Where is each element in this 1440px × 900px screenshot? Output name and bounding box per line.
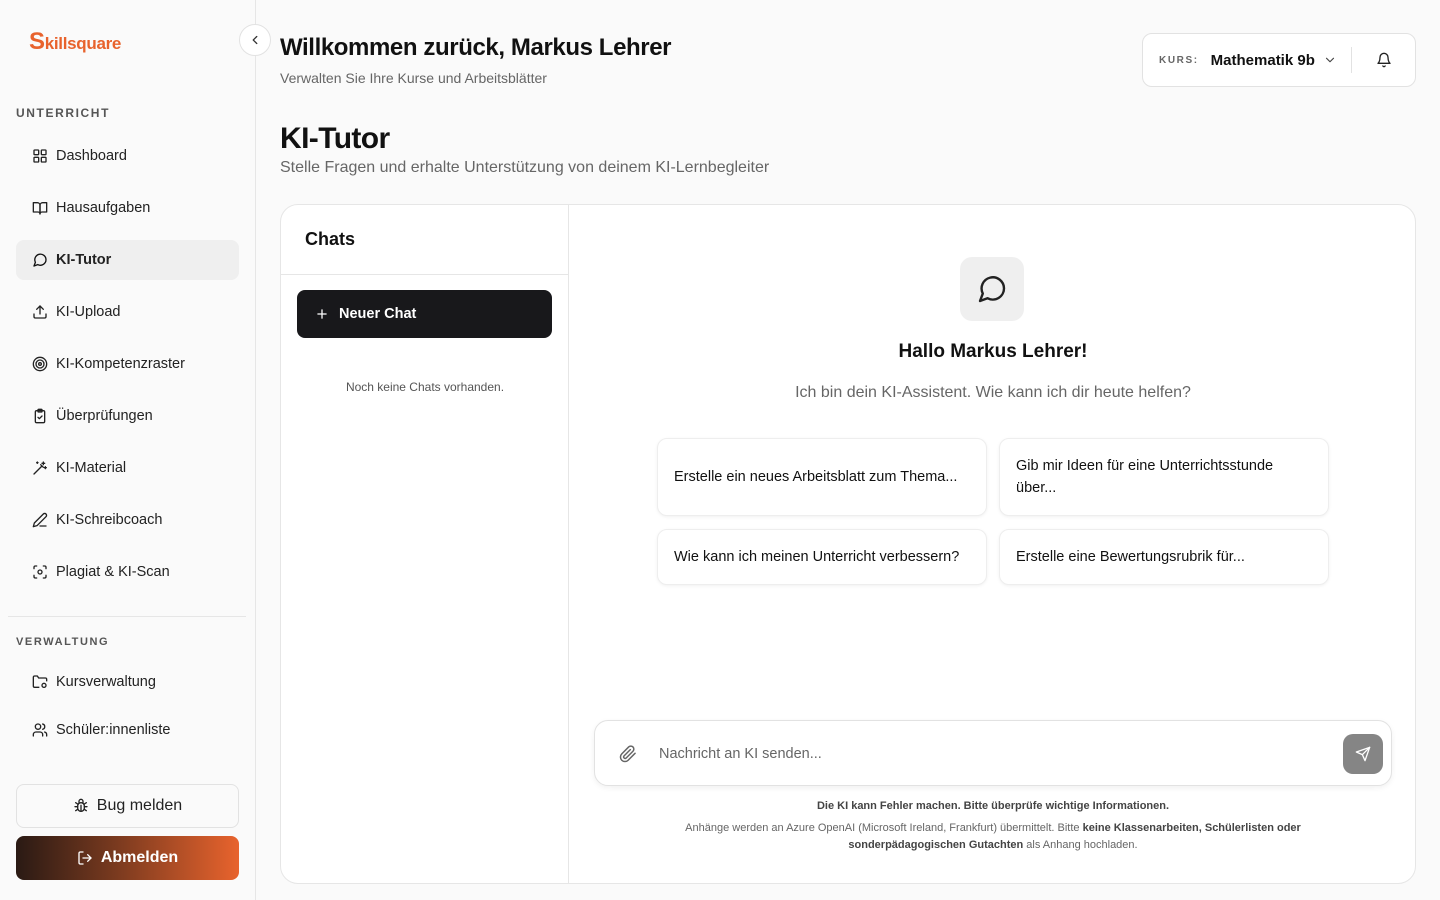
chats-panel: Chats Neuer Chat Noch keine Chats vorhan… (281, 205, 569, 883)
book-icon (32, 202, 48, 215)
send-icon (1355, 746, 1371, 762)
magic-wand-icon (33, 461, 47, 475)
chevron-left-icon (252, 35, 258, 45)
message-circle-icon (33, 253, 47, 267)
greeting: Hallo Markus Lehrer! (898, 341, 1088, 362)
scan-face-icon (33, 565, 47, 579)
sidebar-item-ki-tutor[interactable]: KI-Tutor (16, 240, 239, 280)
collapse-sidebar-button[interactable] (239, 24, 271, 56)
bell-icon[interactable] (1376, 52, 1392, 68)
sidebar: Skillsquare UNTERRICHT Dashboard Hausauf… (0, 0, 256, 900)
sidebar-item-label: KI-Kompetenzraster (56, 356, 185, 372)
grid-icon (33, 149, 47, 163)
report-bug-label: Bug melden (96, 797, 183, 814)
page-subtitle: Stelle Fragen und erhalte Unterstützung … (280, 159, 770, 176)
sidebar-item-label: Dashboard (56, 148, 127, 164)
suggestion-card[interactable]: Erstelle eine Bewertungsrubrik für... (999, 529, 1329, 585)
sidebar-item-label: KI-Schreibcoach (56, 512, 163, 528)
sidebar-item-ki-material[interactable]: KI-Material (16, 448, 239, 488)
course-label: KURS: (1159, 54, 1199, 66)
sidebar-item-kursverwaltung[interactable]: Kursverwaltung (16, 662, 239, 702)
section-label-admin: VERWALTUNG (16, 636, 110, 648)
welcome-title: Willkommen zurück, Markus Lehrer (280, 34, 672, 61)
new-chat-label: Neuer Chat (339, 306, 417, 322)
logout-label: Abmelden (100, 849, 179, 866)
new-chat-button[interactable]: Neuer Chat (297, 290, 552, 338)
users-icon (32, 723, 48, 737)
chats-heading: Chats (281, 205, 569, 275)
target-icon (32, 356, 48, 372)
sidebar-divider (8, 616, 246, 617)
suggestion-card[interactable]: Erstelle ein neues Arbeitsblatt zum Them… (657, 438, 987, 516)
logout-icon (78, 851, 92, 865)
clipboard-check-icon (34, 408, 46, 424)
sidebar-item-label: KI-Tutor (56, 252, 112, 268)
upload-icon (33, 305, 47, 319)
sidebar-item-homework[interactable]: Hausaufgaben (16, 188, 239, 228)
sidebar-item-label: Überprüfungen (56, 408, 153, 424)
section-label-teaching: UNTERRICHT (16, 106, 110, 120)
brand-logo[interactable]: Skillsquare (29, 28, 121, 56)
sidebar-item-ki-kompetenzraster[interactable]: KI-Kompetenzraster (16, 344, 239, 384)
sidebar-item-label: KI-Upload (56, 304, 121, 320)
empty-chats-text: Noch keine Chats vorhanden. (345, 380, 505, 394)
report-bug-button[interactable]: Bug melden (16, 784, 239, 828)
sidebar-item-label: Schüler:innenliste (56, 722, 171, 738)
greeting-subtitle: Ich bin dein KI-Assistent. Wie kann ich … (795, 384, 1191, 401)
sidebar-item-label: Hausaufgaben (56, 200, 151, 216)
folder-cog-icon (32, 675, 48, 688)
sidebar-item-plagiat-scan[interactable]: Plagiat & KI-Scan (16, 552, 239, 592)
sidebar-item-label: Plagiat & KI-Scan (56, 564, 170, 580)
bug-icon (74, 798, 88, 812)
upload-notice: Anhänge werden an Azure OpenAI (Microsof… (685, 822, 1301, 852)
course-select[interactable]: Mathematik 9b (1211, 52, 1315, 69)
logout-button[interactable]: Abmelden (16, 836, 239, 880)
chat-bubble-icon (960, 257, 1024, 321)
ai-disclaimer: Die KI kann Fehler machen. Bitte überprü… (816, 800, 1170, 812)
suggestion-card[interactable]: Gib mir Ideen für eine Unterrichtsstunde… (999, 438, 1329, 516)
message-input[interactable] (659, 735, 1319, 773)
sidebar-item-ueberpruefungen[interactable]: Überprüfungen (16, 396, 239, 436)
send-button[interactable] (1343, 734, 1383, 774)
chat-area: Hallo Markus Lehrer! Ich bin dein KI-Ass… (570, 205, 1415, 883)
welcome-subtitle: Verwalten Sie Ihre Kurse und Arbeitsblät… (280, 70, 547, 86)
plus-icon (317, 309, 327, 319)
tutor-card: Chats Neuer Chat Noch keine Chats vorhan… (280, 204, 1416, 884)
suggestion-card[interactable]: Wie kann ich meinen Unterricht verbesser… (657, 529, 987, 585)
course-selector-bar: KURS: Mathematik 9b (1142, 33, 1416, 87)
message-composer (594, 720, 1392, 786)
paperclip-icon[interactable] (619, 745, 637, 763)
course-separator (1350, 47, 1352, 73)
sidebar-item-dashboard[interactable]: Dashboard (16, 136, 239, 176)
sidebar-item-label: KI-Material (56, 460, 127, 476)
page-title: KI-Tutor (280, 122, 390, 155)
sidebar-item-schuelerliste[interactable]: Schüler:innenliste (16, 710, 239, 750)
sidebar-item-label: Kursverwaltung (56, 674, 156, 690)
sidebar-item-ki-schreibcoach[interactable]: KI-Schreibcoach (16, 500, 239, 540)
pen-icon (32, 512, 48, 528)
chevron-down-icon[interactable] (1323, 53, 1337, 67)
sidebar-item-ki-upload[interactable]: KI-Upload (16, 292, 239, 332)
